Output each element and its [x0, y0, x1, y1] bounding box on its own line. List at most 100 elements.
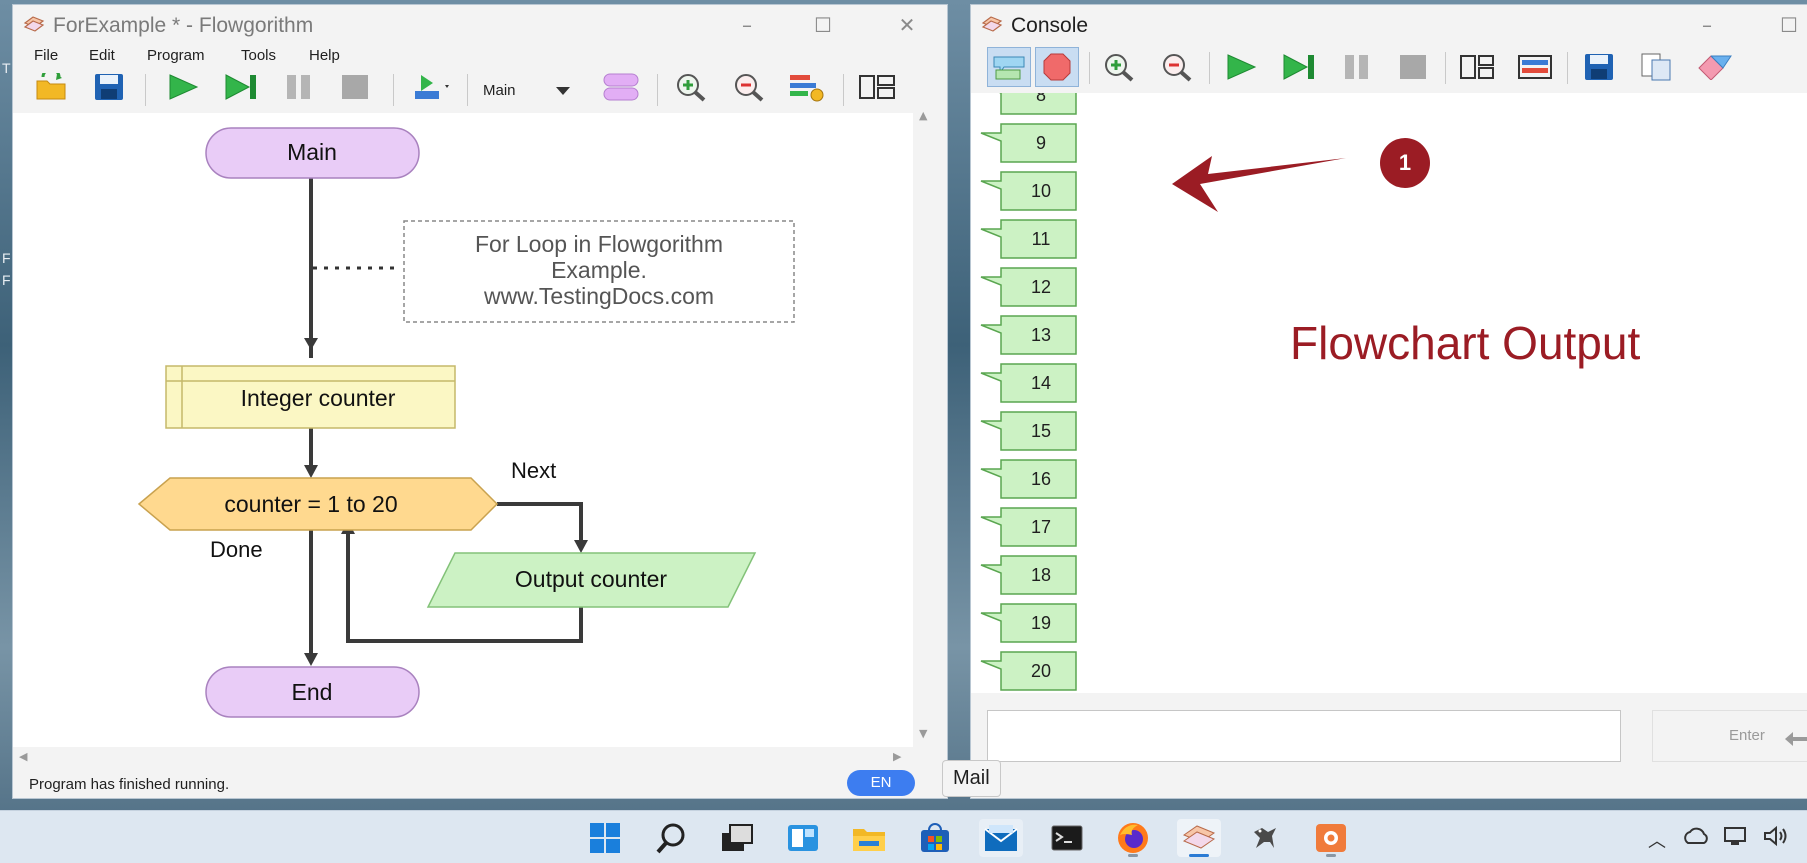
zoom-in-icon[interactable]: [669, 67, 713, 107]
menu-help[interactable]: Help: [309, 45, 340, 67]
menu-edit[interactable]: Edit: [89, 45, 115, 67]
eraser-icon[interactable]: [1693, 47, 1737, 87]
function-select[interactable]: Main: [483, 79, 573, 103]
add-function-icon[interactable]: [409, 67, 453, 107]
onedrive-cloud-icon[interactable]: [1682, 825, 1710, 847]
scroll-down-icon[interactable]: ▼: [919, 727, 927, 740]
console-output-bubble: 12: [979, 267, 1077, 307]
window-layout-icon[interactable]: [855, 67, 899, 107]
horizontal-scrollbar[interactable]: ◀ ▶: [13, 747, 935, 765]
console-output-bubble: 17: [979, 507, 1077, 547]
annotation-label: Flowchart Output: [1290, 317, 1641, 369]
layout-settings-icon[interactable]: [785, 67, 829, 107]
console-output-bubble: 9: [979, 123, 1077, 163]
desktop-edge-text: T: [2, 60, 11, 76]
stop-sign-icon[interactable]: [1035, 47, 1079, 87]
network-icon[interactable]: [1722, 825, 1750, 847]
function-select-value: Main: [483, 82, 516, 99]
open-folder-icon[interactable]: [31, 67, 75, 107]
maximize-button[interactable]: ☐: [1769, 11, 1807, 39]
minimize-button[interactable]: –: [727, 11, 767, 39]
enter-button-label: Enter: [1729, 727, 1765, 744]
console-output-value: 15: [1030, 421, 1052, 441]
arrow-head-icon: [304, 653, 318, 666]
console-output-value: 20: [1030, 661, 1052, 681]
menu-bar: File Edit Program Tools Help: [13, 45, 947, 67]
console-output-bubble: 15: [979, 411, 1077, 451]
scroll-up-icon[interactable]: ▲: [919, 109, 927, 122]
step-icon[interactable]: [219, 67, 263, 107]
step-icon[interactable]: [1277, 47, 1321, 87]
desktop-edge-text: F: [2, 250, 11, 266]
console-input[interactable]: [987, 710, 1621, 762]
vertical-scrollbar[interactable]: ▲ ▼: [913, 105, 935, 747]
console-window: Console – ☐ 8 9 10 11 12 13 14 15 16 17 …: [970, 4, 1807, 799]
terminal-icon[interactable]: [1045, 819, 1089, 857]
arrow-head-icon: [304, 338, 318, 350]
search-icon[interactable]: [649, 819, 693, 857]
console-output-value: 19: [1030, 613, 1052, 633]
arrow-head-icon: [304, 465, 318, 478]
stop-icon[interactable]: [333, 67, 377, 107]
running-indicator: [1189, 854, 1209, 857]
save-icon[interactable]: [87, 67, 131, 107]
scroll-left-icon[interactable]: ◀: [19, 750, 27, 763]
zoom-out-icon[interactable]: [727, 67, 771, 107]
toolbar-separator: [467, 74, 468, 106]
console-output-value: 18: [1030, 565, 1052, 585]
console-output-bubble: 10: [979, 171, 1077, 211]
console-output-value: 13: [1030, 325, 1052, 345]
end-label: End: [292, 679, 333, 705]
zoom-in-icon[interactable]: [1097, 47, 1141, 87]
close-button[interactable]: ✕: [887, 11, 927, 39]
console-output-bubble: 14: [979, 363, 1077, 403]
toolbar-separator: [145, 74, 146, 106]
language-button[interactable]: EN: [847, 770, 915, 796]
copy-icon[interactable]: [1635, 47, 1679, 87]
maximize-button[interactable]: ☐: [803, 11, 843, 39]
chat-view-icon[interactable]: [987, 47, 1031, 87]
comment-line: Example.: [551, 257, 647, 283]
run-icon[interactable]: [161, 67, 205, 107]
console-output-bubble: 13: [979, 315, 1077, 355]
mail-icon[interactable]: [979, 819, 1023, 857]
widgets-icon[interactable]: [781, 819, 825, 857]
stop-icon[interactable]: [1391, 47, 1435, 87]
firefox-icon[interactable]: [1111, 819, 1155, 857]
menu-program[interactable]: Program: [147, 45, 205, 67]
split-layout-icon[interactable]: [1455, 47, 1499, 87]
zoom-out-icon[interactable]: [1155, 47, 1199, 87]
minimize-button[interactable]: –: [1687, 11, 1727, 39]
store-icon[interactable]: [913, 819, 957, 857]
console-input-area: Enter: [971, 693, 1807, 798]
console-output-value: 12: [1030, 277, 1052, 297]
menu-file[interactable]: File: [34, 45, 58, 67]
task-view-icon[interactable]: [715, 819, 759, 857]
done-label: Done: [210, 537, 263, 562]
run-icon[interactable]: [1219, 47, 1263, 87]
dinosaur-app-icon[interactable]: [1243, 819, 1287, 857]
save-icon[interactable]: [1577, 47, 1621, 87]
file-explorer-icon[interactable]: [847, 819, 891, 857]
toolbar-separator: [1089, 52, 1090, 84]
console-toolbar: [971, 47, 1807, 93]
windows-start-icon[interactable]: [583, 819, 627, 857]
console-output-bubble: 20: [979, 651, 1077, 691]
app-icon[interactable]: [1309, 819, 1353, 857]
declare-label: Integer counter: [241, 385, 396, 411]
scroll-right-icon[interactable]: ▶: [893, 750, 901, 763]
tray-chevron-up-icon[interactable]: ︿: [1648, 827, 1666, 853]
volume-icon[interactable]: [1762, 825, 1792, 847]
enter-button[interactable]: Enter: [1652, 710, 1807, 762]
pause-icon[interactable]: [277, 67, 321, 107]
pause-icon[interactable]: [1335, 47, 1379, 87]
stacked-layout-icon[interactable]: [1513, 47, 1557, 87]
title-bar[interactable]: ForExample * - Flowgorithm – ☐ ✕: [13, 5, 947, 45]
running-indicator: [1326, 854, 1336, 857]
menu-tools[interactable]: Tools: [241, 45, 276, 67]
variable-watch-icon[interactable]: [599, 67, 643, 107]
flowgorithm-icon[interactable]: [1177, 819, 1221, 857]
annotation-arrow-icon: [1172, 156, 1346, 212]
flowchart-canvas[interactable]: Main For Loop in Flowgorithm Example. ww…: [13, 113, 913, 747]
console-title-bar[interactable]: Console – ☐: [971, 5, 1807, 45]
